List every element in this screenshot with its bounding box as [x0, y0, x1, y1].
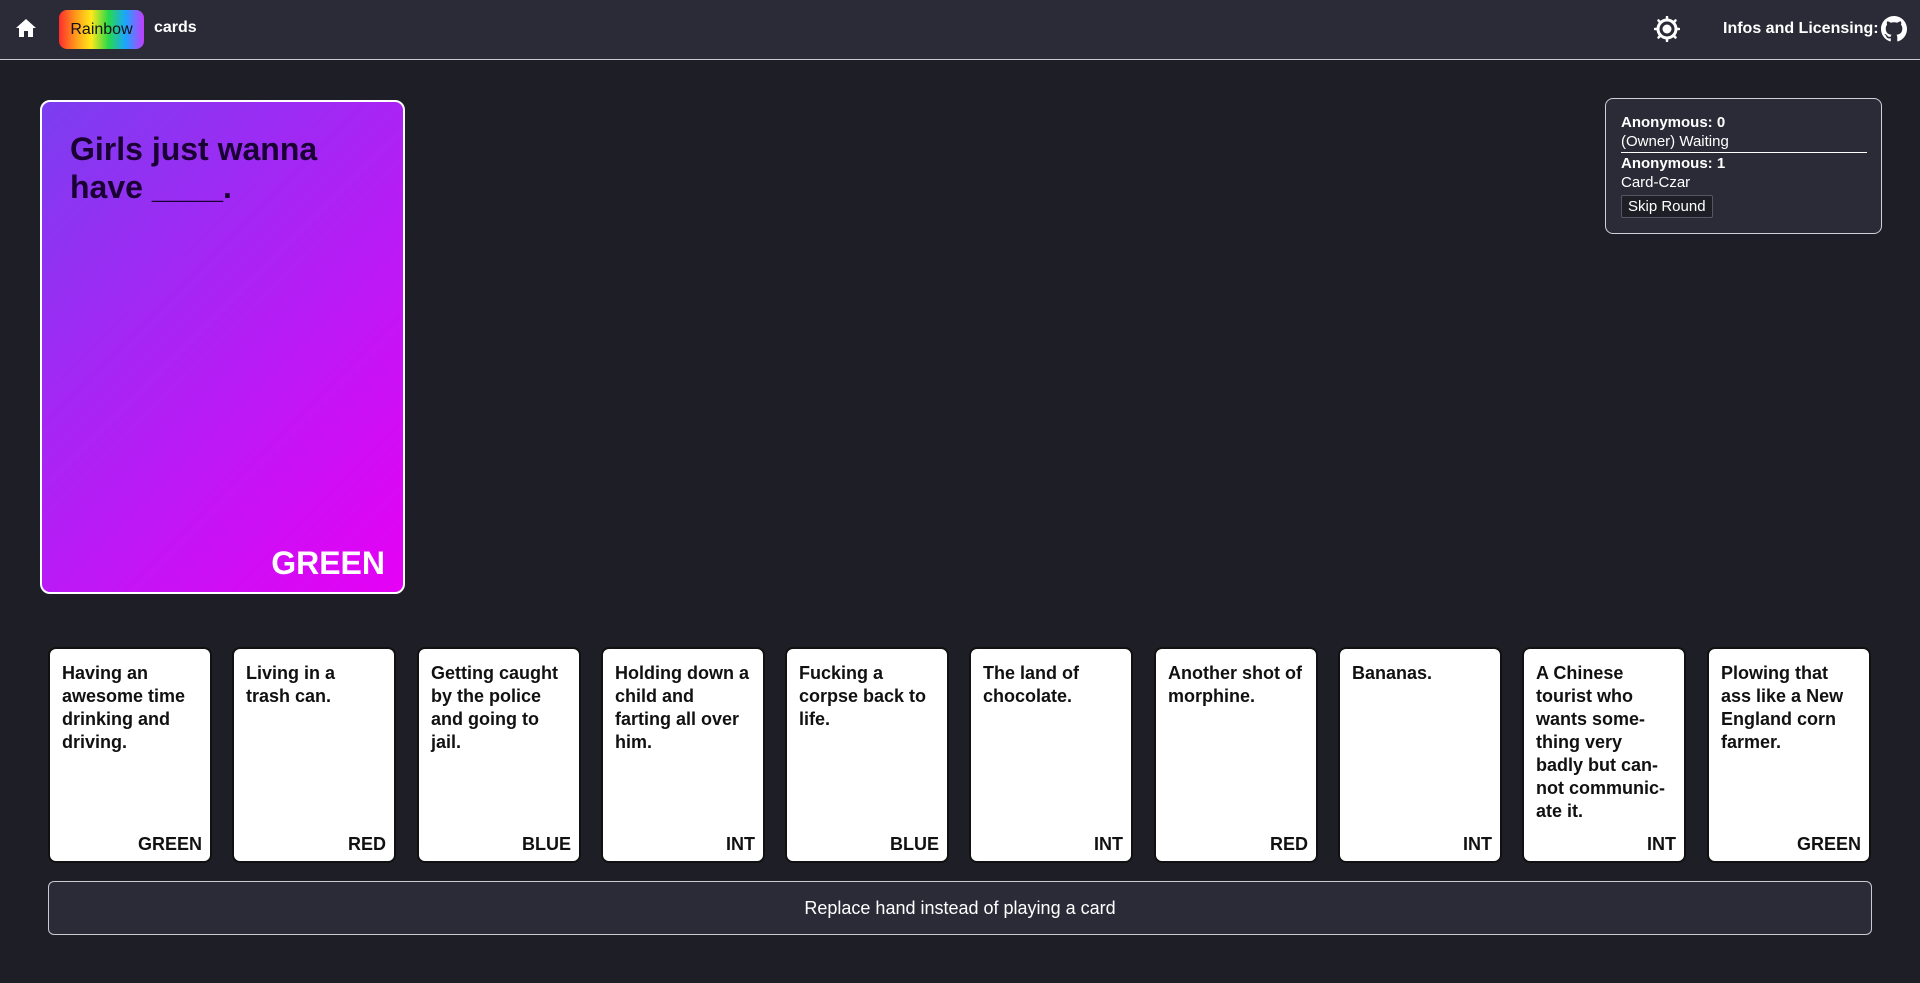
- white-card-text: Holding down a child and farting all ove…: [615, 663, 749, 752]
- white-card-color: GREEN: [1796, 834, 1861, 854]
- white-card[interactable]: Living in a trash can. RED: [232, 647, 396, 863]
- sun-icon[interactable]: [1653, 15, 1681, 43]
- player-status: (Owner) Waiting: [1621, 133, 1729, 150]
- player-status: Card-Czar: [1621, 174, 1691, 191]
- white-card-color: GREEN: [137, 834, 202, 854]
- github-icon[interactable]: [1881, 16, 1907, 42]
- white-card-text: Getting caught by the police and going t…: [431, 663, 558, 752]
- white-card[interactable]: Another shot of morphine. RED: [1154, 647, 1318, 863]
- skip-round-button[interactable]: Skip Round: [1621, 195, 1713, 218]
- white-card[interactable]: Plowing that ass like a New England corn…: [1707, 647, 1871, 863]
- white-card-text: Living in a trash can.: [246, 663, 336, 706]
- white-card-color: INT: [1647, 834, 1676, 854]
- black-card: Girls just wanna have ____. GREEN: [40, 100, 405, 594]
- player-name: Anonymous: 0: [1621, 114, 1726, 131]
- players-panel: Anonymous: 0 (Owner) Waiting Anonymous: …: [1605, 98, 1882, 234]
- logo-text: cards: [154, 19, 197, 36]
- white-card-text: Plowing that ass like a New England corn…: [1721, 663, 1844, 752]
- white-card[interactable]: Having an awesome time drinking and driv…: [48, 647, 212, 863]
- white-card-text: Another shot of morphine.: [1168, 663, 1302, 706]
- white-card[interactable]: Holding down a child and farting all ove…: [601, 647, 765, 863]
- logo-badge[interactable]: Rainbow: [59, 10, 144, 49]
- black-card-prompt: Girls just wanna have ____.: [70, 131, 318, 205]
- white-card[interactable]: The land of chocolate. INT: [969, 647, 1133, 863]
- infos-licensing-link[interactable]: Infos and Licensing:: [1723, 20, 1879, 38]
- white-card-text: The land of chocolate.: [983, 663, 1079, 706]
- replace-hand-button[interactable]: Replace hand instead of playing a card: [48, 881, 1872, 935]
- white-card-text: A Chinese tourist who wants some-thing v…: [1536, 663, 1665, 821]
- top-bar: Rainbow cards Infos and Licensing:: [0, 0, 1920, 60]
- player-divider: [1621, 152, 1867, 153]
- black-card-color: GREEN: [271, 545, 385, 581]
- home-icon[interactable]: [14, 16, 38, 40]
- white-card-color: INT: [726, 834, 755, 854]
- white-card-color: RED: [347, 834, 386, 854]
- white-card-text: Having an awesome time drinking and driv…: [62, 663, 186, 752]
- white-card-text: Bananas.: [1352, 663, 1433, 683]
- logo-badge-label: Rainbow: [70, 20, 133, 38]
- white-card-color: BLUE: [890, 834, 939, 854]
- white-card-text: Fucking a corpse back to life.: [799, 663, 927, 729]
- white-card-color: INT: [1094, 834, 1123, 854]
- white-card-color: RED: [1269, 834, 1308, 854]
- white-card[interactable]: Getting caught by the police and going t…: [417, 647, 581, 863]
- white-card-color: BLUE: [522, 834, 571, 854]
- player-name: Anonymous: 1: [1621, 155, 1726, 172]
- white-card-color: INT: [1463, 834, 1492, 854]
- hand: Having an awesome time drinking and driv…: [48, 647, 1873, 863]
- white-card[interactable]: Fucking a corpse back to life. BLUE: [785, 647, 949, 863]
- white-card[interactable]: A Chinese tourist who wants some-thing v…: [1522, 647, 1686, 863]
- white-card[interactable]: Bananas. INT: [1338, 647, 1502, 863]
